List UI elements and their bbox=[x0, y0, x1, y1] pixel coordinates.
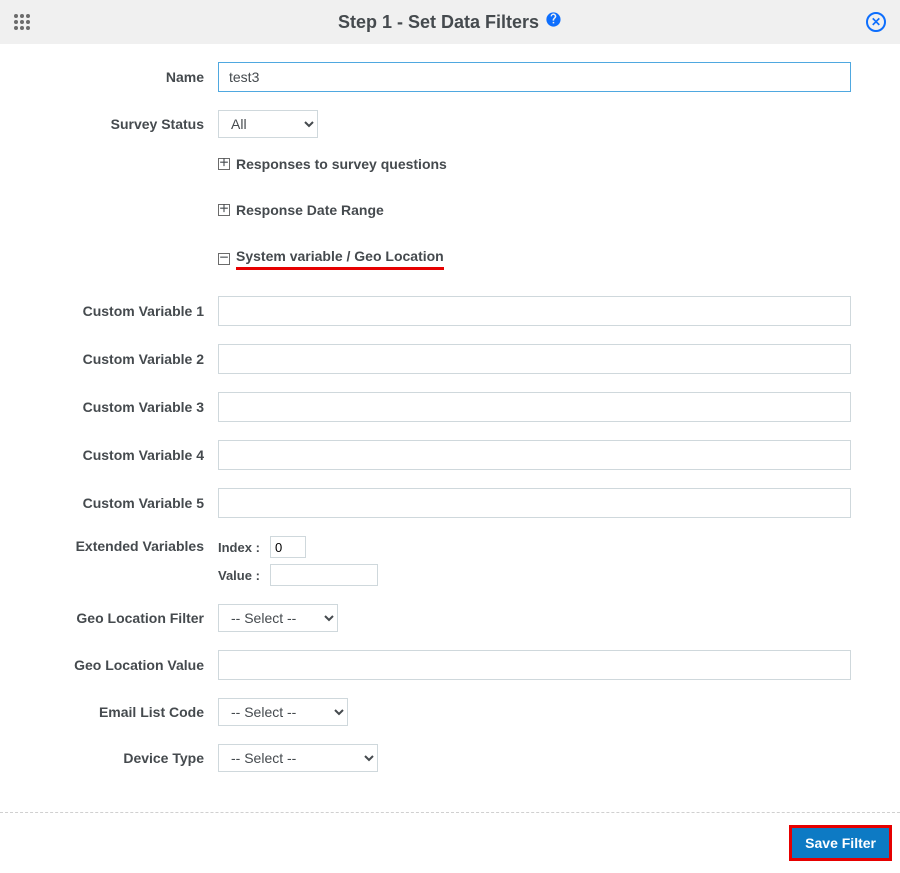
footer: Save Filter bbox=[0, 827, 900, 873]
section-date-range-toggle[interactable]: ＋ Response Date Range bbox=[218, 202, 384, 218]
form-body: Name Survey Status All ＋ Responses to su… bbox=[0, 44, 900, 798]
email-list-select[interactable]: -- Select -- bbox=[218, 698, 348, 726]
geo-filter-select[interactable]: -- Select -- bbox=[218, 604, 338, 632]
geo-value-input[interactable] bbox=[218, 650, 851, 680]
modal-title-text: Step 1 - Set Data Filters bbox=[338, 12, 539, 33]
extvar-index-label: Index : bbox=[218, 540, 266, 555]
row-device-type: Device Type -- Select -- bbox=[40, 744, 860, 772]
plus-icon: ＋ bbox=[218, 204, 230, 216]
row-email-list: Email List Code -- Select -- bbox=[40, 698, 860, 726]
extvar-label: Extended Variables bbox=[40, 536, 218, 554]
footer-divider bbox=[0, 812, 900, 813]
extvar-index-input[interactable] bbox=[270, 536, 306, 558]
row-geo-value: Geo Location Value bbox=[40, 650, 860, 680]
minus-icon: － bbox=[218, 253, 230, 265]
extvar-value-label: Value : bbox=[218, 568, 266, 583]
section-responses-label: Responses to survey questions bbox=[236, 156, 447, 172]
row-name: Name bbox=[40, 62, 860, 92]
geo-filter-label: Geo Location Filter bbox=[40, 610, 218, 626]
section-date-range-label: Response Date Range bbox=[236, 202, 384, 218]
section-sysvar-row: － System variable / Geo Location bbox=[40, 248, 860, 270]
geo-value-label: Geo Location Value bbox=[40, 657, 218, 673]
custom-var-5-label: Custom Variable 5 bbox=[40, 495, 218, 511]
custom-var-5-input[interactable] bbox=[218, 488, 851, 518]
section-responses-toggle[interactable]: ＋ Responses to survey questions bbox=[218, 156, 447, 172]
section-sysvar-label: System variable / Geo Location bbox=[236, 248, 444, 270]
row-geo-filter: Geo Location Filter -- Select -- bbox=[40, 604, 860, 632]
section-sysvar-toggle[interactable]: － System variable / Geo Location bbox=[218, 248, 444, 270]
custom-var-3-input[interactable] bbox=[218, 392, 851, 422]
custom-var-4-input[interactable] bbox=[218, 440, 851, 470]
save-filter-button[interactable]: Save Filter bbox=[791, 827, 890, 859]
custom-var-2-label: Custom Variable 2 bbox=[40, 351, 218, 367]
row-custom-var-3: Custom Variable 3 bbox=[40, 392, 860, 422]
row-custom-var-5: Custom Variable 5 bbox=[40, 488, 860, 518]
modal-title: Step 1 - Set Data Filters bbox=[338, 11, 562, 33]
custom-var-1-input[interactable] bbox=[218, 296, 851, 326]
custom-var-4-label: Custom Variable 4 bbox=[40, 447, 218, 463]
survey-status-label: Survey Status bbox=[40, 116, 218, 132]
help-icon[interactable] bbox=[545, 11, 562, 33]
row-custom-var-2: Custom Variable 2 bbox=[40, 344, 860, 374]
row-extended-variables: Extended Variables Index : Value : bbox=[40, 536, 860, 586]
name-label: Name bbox=[40, 69, 218, 85]
custom-var-1-label: Custom Variable 1 bbox=[40, 303, 218, 319]
row-custom-var-1: Custom Variable 1 bbox=[40, 296, 860, 326]
section-responses-row: ＋ Responses to survey questions bbox=[40, 156, 860, 172]
close-icon[interactable]: ✕ bbox=[866, 12, 886, 32]
custom-var-2-input[interactable] bbox=[218, 344, 851, 374]
survey-status-select[interactable]: All bbox=[218, 110, 318, 138]
email-list-label: Email List Code bbox=[40, 704, 218, 720]
name-input[interactable] bbox=[218, 62, 851, 92]
row-survey-status: Survey Status All bbox=[40, 110, 860, 138]
device-type-select[interactable]: -- Select -- bbox=[218, 744, 378, 772]
device-type-label: Device Type bbox=[40, 750, 218, 766]
plus-icon: ＋ bbox=[218, 158, 230, 170]
modal-header: Step 1 - Set Data Filters ✕ bbox=[0, 0, 900, 44]
drag-handle-icon[interactable] bbox=[14, 14, 30, 30]
extvar-value-input[interactable] bbox=[270, 564, 378, 586]
row-custom-var-4: Custom Variable 4 bbox=[40, 440, 860, 470]
section-date-range-row: ＋ Response Date Range bbox=[40, 202, 860, 218]
custom-var-3-label: Custom Variable 3 bbox=[40, 399, 218, 415]
